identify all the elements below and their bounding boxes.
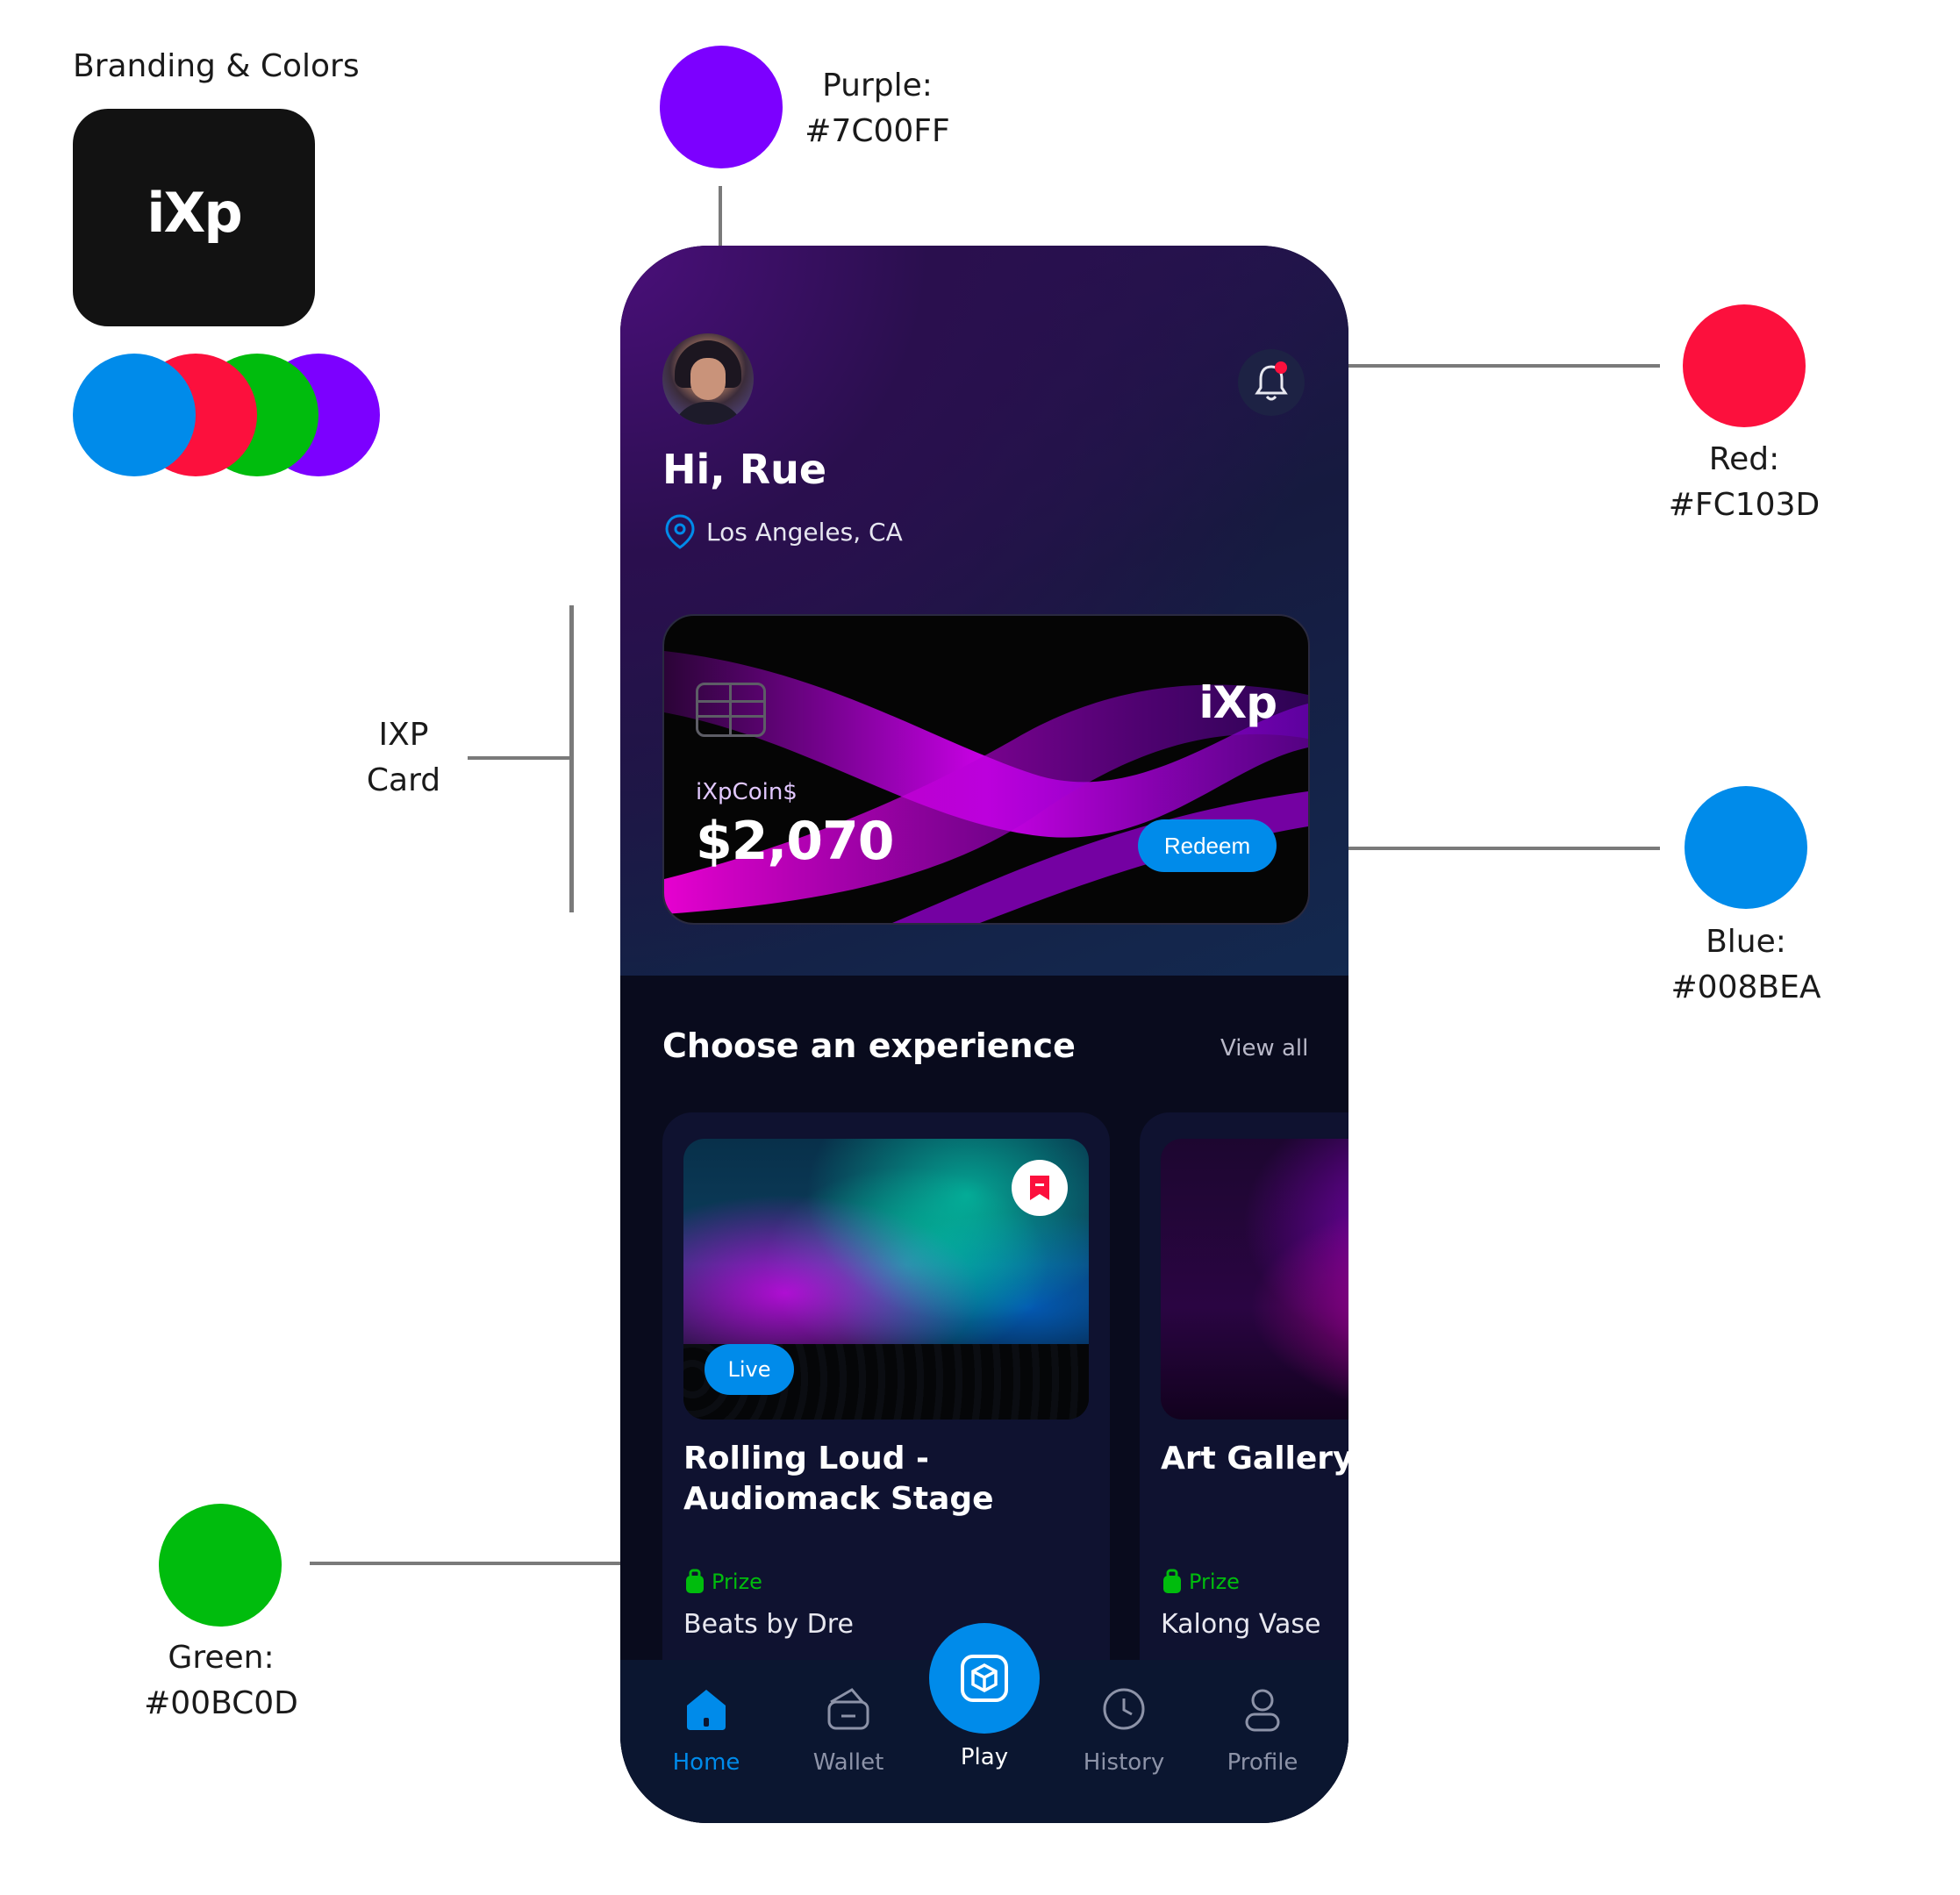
coin-balance: $2,070 — [696, 811, 895, 872]
red-label-hex: #FC103D — [1668, 487, 1821, 523]
prize-name: Kalong Vase — [1161, 1609, 1321, 1640]
green-pointer-line — [310, 1562, 673, 1565]
card-annotation-line1: IXP — [378, 717, 429, 753]
tab-home[interactable]: Home — [645, 1684, 768, 1776]
red-swatch — [1683, 304, 1806, 427]
red-label: Red: #FC103D — [1656, 437, 1832, 528]
tab-history-label: History — [1083, 1749, 1165, 1776]
tab-profile[interactable]: Profile — [1201, 1684, 1324, 1776]
live-badge: Live — [705, 1344, 794, 1395]
green-label-hex: #00BC0D — [144, 1685, 298, 1721]
avatar-face — [690, 358, 726, 400]
tab-profile-label: Profile — [1227, 1749, 1298, 1776]
blue-label-name: Blue: — [1706, 924, 1786, 960]
green-swatch — [159, 1504, 282, 1627]
green-label: Green: #00BC0D — [125, 1635, 318, 1727]
branding-title: Branding & Colors — [73, 48, 360, 84]
coin-label: iXpCoin$ — [696, 779, 798, 805]
swatch-blue — [73, 354, 196, 476]
purple-label-hex: #7C00FF — [805, 113, 950, 149]
app-logo-tile: iXp — [73, 109, 315, 326]
avatar[interactable] — [662, 333, 754, 425]
experience-title: Rolling Loud - Audiomack Stage — [683, 1441, 994, 1517]
purple-label: Purple: #7C00FF — [798, 63, 956, 154]
location-text: Los Angeles, CA — [706, 517, 903, 547]
tab-home-label: Home — [672, 1749, 740, 1776]
prize-icon — [686, 1569, 704, 1593]
prize-label: Prize — [712, 1570, 762, 1594]
notification-dot — [1275, 361, 1287, 374]
clock-icon — [1103, 1688, 1145, 1730]
greeting: Hi, Rue — [662, 446, 827, 493]
card-annotation-line2: Card — [366, 762, 441, 798]
app-logo-text: iXp — [147, 181, 242, 245]
card-bracket-vertical — [569, 605, 574, 912]
tab-bar: Home Wallet Play History Profile — [620, 1623, 1348, 1823]
tab-play-label: Play — [960, 1744, 1009, 1770]
redeem-button[interactable]: Redeem — [1138, 819, 1277, 872]
purple-swatch — [660, 46, 783, 168]
prize-label: Prize — [1189, 1570, 1240, 1594]
card-chip-line — [729, 685, 732, 734]
section-title: Choose an experience — [662, 1026, 1076, 1065]
prize-icon — [1163, 1569, 1181, 1593]
tab-wallet[interactable]: Wallet — [787, 1684, 910, 1776]
app-logo: iXp — [73, 181, 315, 245]
cube-icon — [961, 1655, 1008, 1702]
notification-button[interactable] — [1238, 349, 1305, 416]
wallet-icon — [827, 1688, 869, 1730]
phone-screen: Hi, Rue Los Angeles, CA iXp iXpCoin$ $2,… — [620, 246, 1348, 1823]
tab-wallet-label: Wallet — [812, 1749, 884, 1776]
avatar-body — [671, 402, 745, 425]
bookmark-button[interactable] — [1012, 1160, 1068, 1216]
ixp-card[interactable]: iXp iXpCoin$ $2,070 Redeem — [662, 614, 1310, 925]
prize-tag: Prize — [683, 1569, 762, 1595]
user-icon — [1245, 1689, 1280, 1732]
tab-history[interactable]: History — [1062, 1684, 1185, 1776]
red-label-name: Red: — [1708, 441, 1780, 477]
concert-image: Live — [683, 1139, 1089, 1419]
card-logo: iXp — [1198, 677, 1277, 728]
prize-name: Beats by Dre — [683, 1609, 854, 1640]
card-bracket-horizontal — [468, 756, 573, 760]
bell-icon — [1255, 365, 1288, 401]
gallery-image — [1161, 1139, 1348, 1419]
card-annotation-label: IXP Card — [333, 712, 474, 804]
location-pin-icon — [665, 514, 695, 549]
blue-label: Blue: #008BEA — [1649, 919, 1842, 1011]
card-chip-icon — [696, 683, 766, 737]
location: Los Angeles, CA — [662, 512, 903, 551]
home-icon — [687, 1690, 726, 1730]
blue-label-hex: #008BEA — [1670, 969, 1821, 1005]
card-wave-art — [664, 651, 1308, 923]
purple-label-name: Purple: — [822, 68, 933, 104]
experience-title: Art Gallery — [1161, 1441, 1348, 1477]
view-all-link[interactable]: View all — [1220, 1035, 1308, 1062]
blue-swatch — [1685, 786, 1807, 909]
bookmark-icon — [1030, 1176, 1049, 1200]
prize-tag: Prize — [1161, 1569, 1240, 1595]
green-label-name: Green: — [168, 1640, 275, 1676]
play-button[interactable] — [929, 1623, 1040, 1734]
